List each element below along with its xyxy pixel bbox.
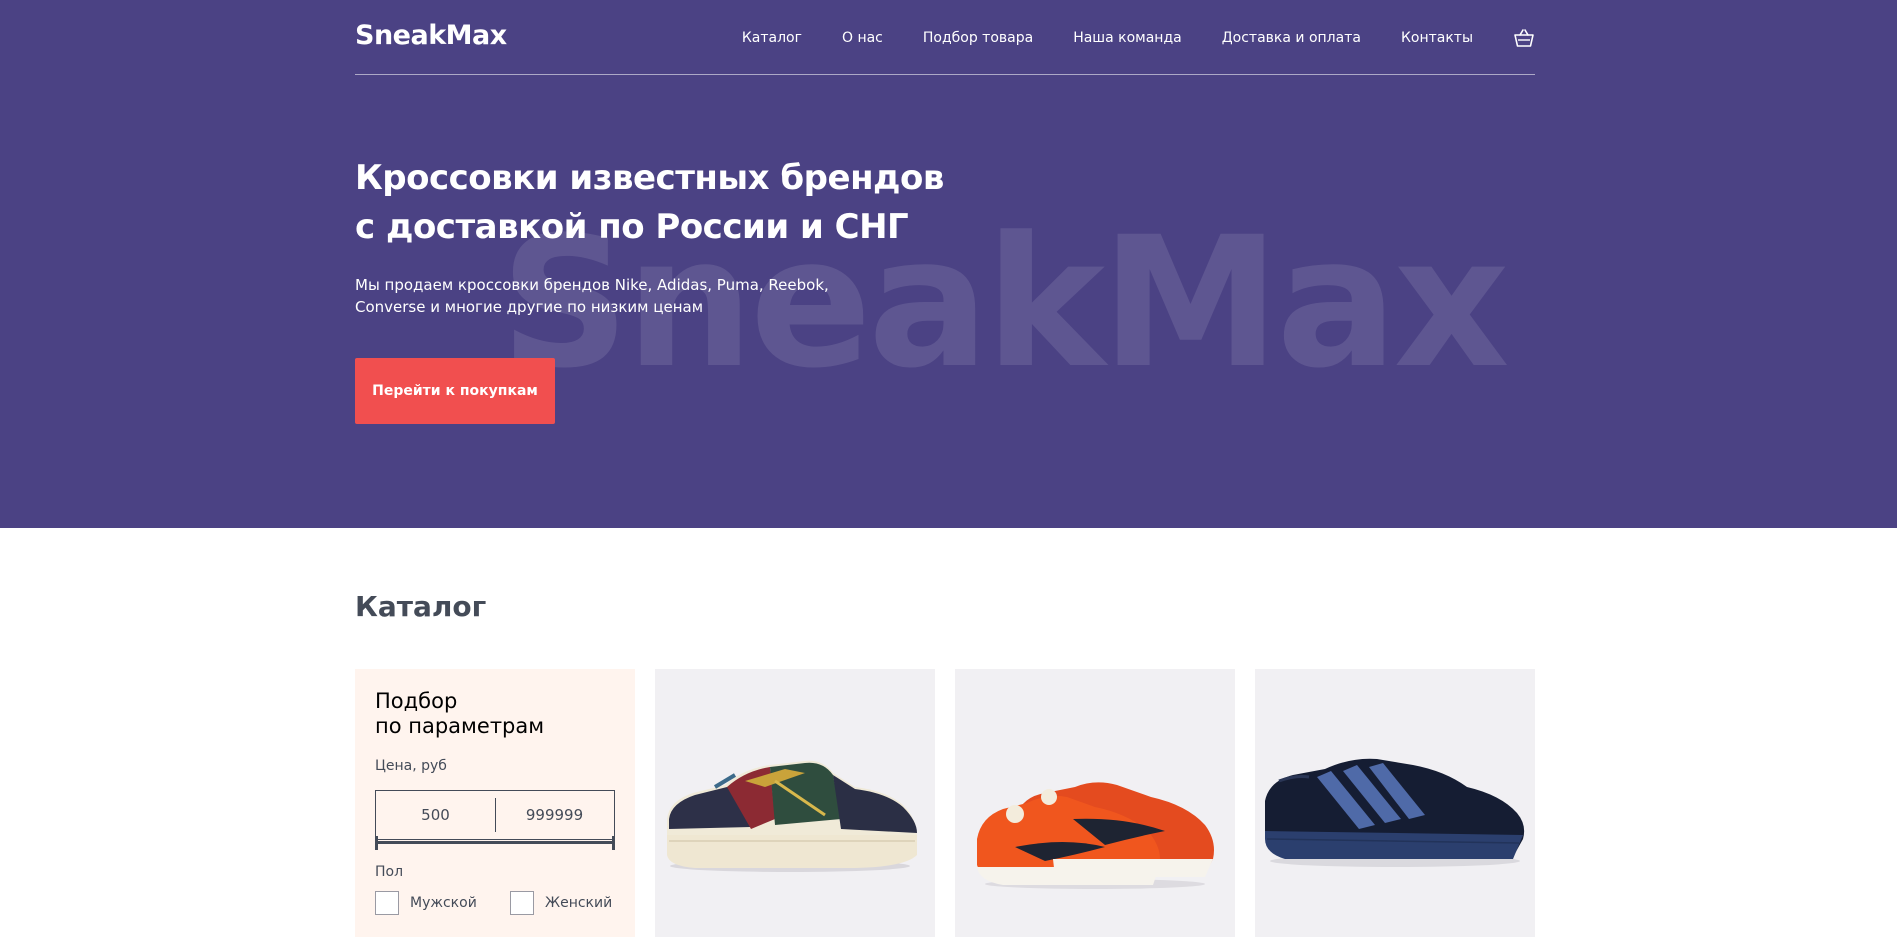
price-label: Цена, руб	[375, 758, 447, 774]
product-image-reebok	[667, 760, 917, 872]
nav-item-team[interactable]: Наша команда	[1073, 30, 1182, 46]
product-card[interactable]	[1255, 669, 1535, 937]
nav-item-catalog[interactable]: Каталог	[742, 30, 802, 46]
go-shopping-button[interactable]: Перейти к покупкам	[355, 358, 555, 424]
main-nav: Каталог О нас Подбор товара Наша команда…	[742, 27, 1535, 49]
filter-title: Подбор по параметрам	[375, 689, 544, 739]
gender-label: Пол	[375, 864, 404, 880]
hero-description-line-2: Converse и многие другие по низким ценам	[355, 298, 704, 316]
male-label: Мужской	[410, 895, 477, 911]
product-image-adidas	[1265, 758, 1525, 867]
price-range-box	[375, 790, 615, 840]
price-divider	[495, 798, 496, 832]
hero-description-line-1: Мы продаем кроссовки брендов Nike, Adida…	[355, 276, 829, 294]
hero-description: Мы продаем кроссовки брендов Nike, Adida…	[355, 274, 855, 318]
hero-section: SneakMax SneakMax Каталог О нас Подбор т…	[0, 0, 1897, 528]
gender-option-male[interactable]: Мужской	[375, 891, 477, 915]
price-max-input[interactable]	[495, 791, 614, 839]
product-card[interactable]	[655, 669, 935, 937]
catalog-title: Каталог	[355, 590, 487, 623]
price-slider-max-handle[interactable]	[612, 836, 615, 850]
product-card[interactable]	[955, 669, 1235, 937]
female-label: Женский	[545, 895, 613, 911]
gender-option-female[interactable]: Женский	[510, 891, 612, 915]
filter-title-line-1: Подбор	[375, 689, 458, 713]
male-checkbox[interactable]	[375, 891, 399, 915]
hero-title-line-1: Кроссовки известных брендов	[355, 158, 944, 198]
filter-title-line-2: по параметрам	[375, 714, 545, 738]
female-checkbox[interactable]	[510, 891, 534, 915]
hero-title-line-2: с доставкой по России и СНГ	[355, 207, 909, 247]
product-image-nike	[977, 782, 1214, 889]
price-slider-min-handle[interactable]	[375, 836, 378, 850]
hero-title: Кроссовки известных брендов с доставкой …	[355, 154, 975, 252]
site-header: SneakMax Каталог О нас Подбор товара Наш…	[355, 0, 1535, 75]
price-slider[interactable]	[375, 836, 615, 850]
price-slider-track	[375, 841, 615, 844]
price-min-input[interactable]	[376, 791, 495, 839]
basket-icon[interactable]	[1513, 27, 1535, 49]
nav-item-about[interactable]: О нас	[842, 30, 883, 46]
nav-item-selection[interactable]: Подбор товара	[923, 30, 1033, 46]
nav-item-contacts[interactable]: Контакты	[1401, 30, 1473, 46]
nav-item-delivery[interactable]: Доставка и оплата	[1222, 30, 1361, 46]
filter-panel: Подбор по параметрам Цена, руб Пол Мужск…	[355, 669, 635, 937]
site-logo[interactable]: SneakMax	[355, 20, 507, 51]
